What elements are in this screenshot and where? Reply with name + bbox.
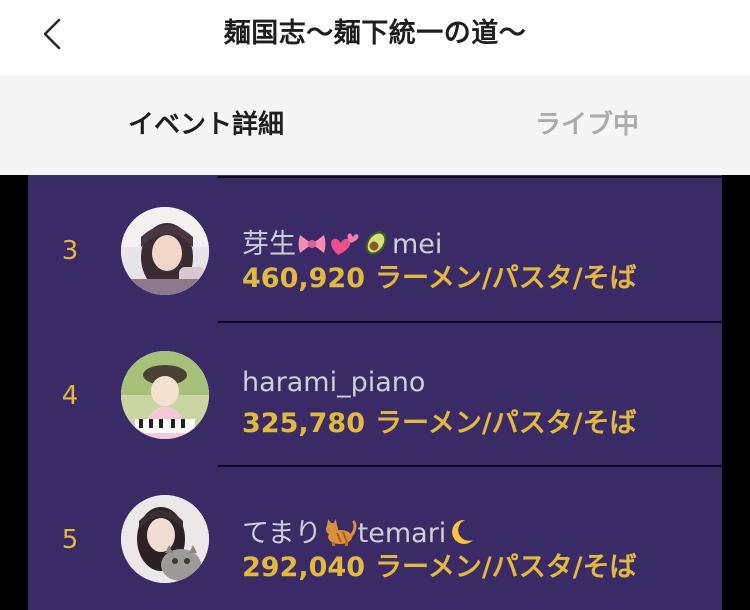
tab-event-details[interactable]: イベント詳細: [128, 75, 284, 175]
score-value: 325,780: [242, 408, 365, 439]
rank-number: 4: [61, 381, 79, 411]
two-hearts-icon: [331, 233, 359, 255]
ranking-row-5[interactable]: 5 てまり temari 292,040 ラーメン/パスタ/そば: [28, 467, 722, 609]
avatar[interactable]: [121, 207, 209, 295]
score-line: 460,920 ラーメン/パスタ/そば: [242, 256, 637, 295]
avocado-icon: [365, 231, 387, 255]
score-unit: ラーメン/パスタ/そば: [374, 408, 637, 439]
ranking-row-4[interactable]: 4 harami_piano 325,780 ラーメン/パスタ/そば: [28, 323, 722, 465]
score-value: 292,040: [242, 552, 365, 583]
crescent-moon-icon: [452, 519, 474, 544]
ribbon-icon: [298, 235, 326, 253]
rank-number: 3: [61, 236, 79, 266]
user-name: harami_piano: [242, 367, 426, 398]
avatar[interactable]: [121, 351, 209, 439]
score-unit: ラーメン/パスタ/そば: [374, 263, 637, 294]
tab-live-now[interactable]: ライブ中: [535, 75, 639, 175]
ranking-list: 3 芽生 mei 460,920 ラーメン/パスタ/そば 4 harami_pi…: [28, 175, 722, 610]
ranking-area: 3 芽生 mei 460,920 ラーメン/パスタ/そば 4 harami_pi…: [0, 175, 750, 610]
score-line: 325,780 ラーメン/パスタ/そば: [242, 401, 637, 440]
score-line: 292,040 ラーメン/パスタ/そば: [242, 545, 637, 584]
score-value: 460,920: [242, 263, 365, 294]
rank-number: 5: [61, 525, 79, 555]
page-title: 麺国志〜麺下統一の道〜: [223, 18, 527, 49]
top-header: 麺国志〜麺下統一の道〜: [0, 0, 750, 75]
avatar[interactable]: [121, 495, 209, 583]
ranking-row-3[interactable]: 3 芽生 mei 460,920 ラーメン/パスタ/そば: [28, 178, 722, 320]
score-unit: ラーメン/パスタ/そば: [374, 552, 637, 583]
cat-icon: [325, 519, 357, 546]
tab-bar: イベント詳細 ライブ中: [0, 75, 750, 175]
